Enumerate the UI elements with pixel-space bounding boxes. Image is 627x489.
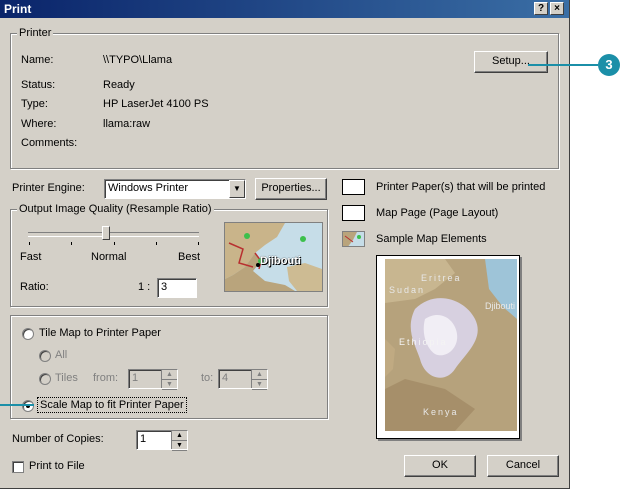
to-tile-value: 4	[222, 372, 229, 384]
slider-tick	[114, 242, 115, 245]
ok-button[interactable]: OK	[404, 455, 476, 477]
slider-tick	[156, 242, 157, 245]
where-label: Where:	[21, 118, 57, 130]
slider-tick	[198, 242, 199, 245]
tiling-group: Tile Map to Printer Paper All Tiles from…	[10, 315, 328, 419]
scale-map-radio[interactable]	[22, 400, 34, 412]
printer-paper-preview: Eritrea Sudan Djibouti Ethiopia Kenya	[376, 255, 520, 439]
copies-value: 1	[140, 433, 147, 445]
copies-input[interactable]: 1 ▲ ▼	[136, 430, 188, 451]
printer-engine-select[interactable]: Windows Printer ▼	[104, 179, 246, 199]
print-to-file-label: Print to File	[29, 460, 85, 472]
tiles-range-radio[interactable]	[39, 373, 51, 385]
ratio-input[interactable]: 3	[157, 278, 197, 298]
fast-label: Fast	[20, 251, 42, 263]
preview-label-sudan: Sudan	[389, 285, 426, 295]
comments-label: Comments:	[21, 137, 78, 149]
callout-number-badge: 3	[598, 54, 620, 76]
printer-paper-legend-swatch	[342, 179, 365, 195]
window-title: Print	[4, 2, 32, 16]
printer-paper-legend-label: Printer Paper(s) that will be printed	[376, 181, 546, 193]
map-preview: Eritrea Sudan Djibouti Ethiopia Kenya	[385, 259, 517, 431]
sample-map-thumbnail: Djibouti	[224, 222, 323, 292]
from-tile-input[interactable]: 1 ▲ ▼	[128, 369, 178, 390]
normal-label: Normal	[91, 251, 127, 263]
preview-label-djibouti: Djibouti	[485, 301, 516, 311]
callout-leader-line-left	[0, 404, 34, 406]
help-button[interactable]: ?	[534, 2, 548, 15]
to-tile-stepper[interactable]: ▲ ▼	[251, 370, 267, 390]
close-button[interactable]: ×	[550, 2, 564, 15]
ratio-prefix: 1 :	[138, 281, 151, 293]
slider-tick	[71, 242, 72, 245]
printer-engine-label: Printer Engine:	[12, 182, 85, 194]
preview-label-kenya: Kenya	[423, 407, 459, 417]
to-tile-input[interactable]: 4 ▲ ▼	[218, 369, 268, 390]
to-label: to:	[201, 372, 214, 384]
print-dialog: Print ? × Printer Name: \\TYPO\Llama Sta…	[0, 0, 570, 489]
setup-button[interactable]: Setup...	[474, 51, 548, 73]
from-tile-stepper[interactable]: ▲ ▼	[161, 370, 177, 390]
quality-group: Output Image Quality (Resample Ratio) Fa…	[10, 203, 328, 307]
sample-elements-icon	[342, 231, 365, 247]
map-page-legend-label: Map Page (Page Layout)	[376, 207, 499, 219]
properties-button[interactable]: Properties...	[255, 178, 327, 200]
copies-label: Number of Copies:	[12, 433, 104, 445]
type-value: HP LaserJet 4100 PS	[103, 98, 209, 110]
status-label: Status:	[21, 79, 56, 91]
copies-stepper[interactable]: ▲ ▼	[171, 431, 187, 451]
chevron-down-icon[interactable]: ▼	[229, 180, 245, 198]
name-value: \\TYPO\Llama	[103, 54, 173, 66]
quality-slider-thumb[interactable]	[102, 226, 110, 240]
where-value: llama:raw	[103, 118, 151, 130]
quality-group-legend: Output Image Quality (Resample Ratio)	[17, 203, 214, 215]
title-bar[interactable]: Print ? ×	[0, 0, 569, 18]
preview-label-ethiopia: Ethiopia	[399, 337, 448, 347]
scale-map-label: Scale Map to fit Printer Paper	[37, 397, 187, 413]
printer-group: Printer Name: \\TYPO\Llama Status: Ready…	[10, 27, 559, 169]
sample-elements-legend-label: Sample Map Elements	[376, 233, 487, 245]
slider-tick	[29, 242, 30, 245]
printer-group-legend: Printer	[17, 27, 54, 39]
tiles-range-label: Tiles	[55, 372, 78, 384]
cancel-button[interactable]: Cancel	[487, 455, 559, 477]
printer-engine-value: Windows Printer	[108, 182, 189, 194]
name-label: Name:	[21, 54, 54, 66]
from-tile-value: 1	[132, 372, 139, 384]
thumb-map-label: Djibouti	[260, 255, 301, 267]
ratio-label: Ratio:	[20, 281, 49, 293]
preview-label-eritrea: Eritrea	[421, 273, 462, 283]
all-tiles-label: All	[55, 349, 68, 361]
tile-map-radio[interactable]	[22, 328, 34, 340]
map-page-legend-swatch	[342, 205, 365, 221]
slider-track	[28, 232, 199, 237]
all-tiles-radio[interactable]	[39, 350, 51, 362]
best-label: Best	[178, 251, 201, 263]
callout-leader-line	[528, 64, 598, 66]
type-label: Type:	[21, 98, 48, 110]
status-value: Ready	[103, 79, 135, 91]
tile-map-label: Tile Map to Printer Paper	[39, 327, 161, 339]
print-to-file-checkbox[interactable]	[12, 461, 24, 473]
from-label: from:	[93, 372, 119, 384]
